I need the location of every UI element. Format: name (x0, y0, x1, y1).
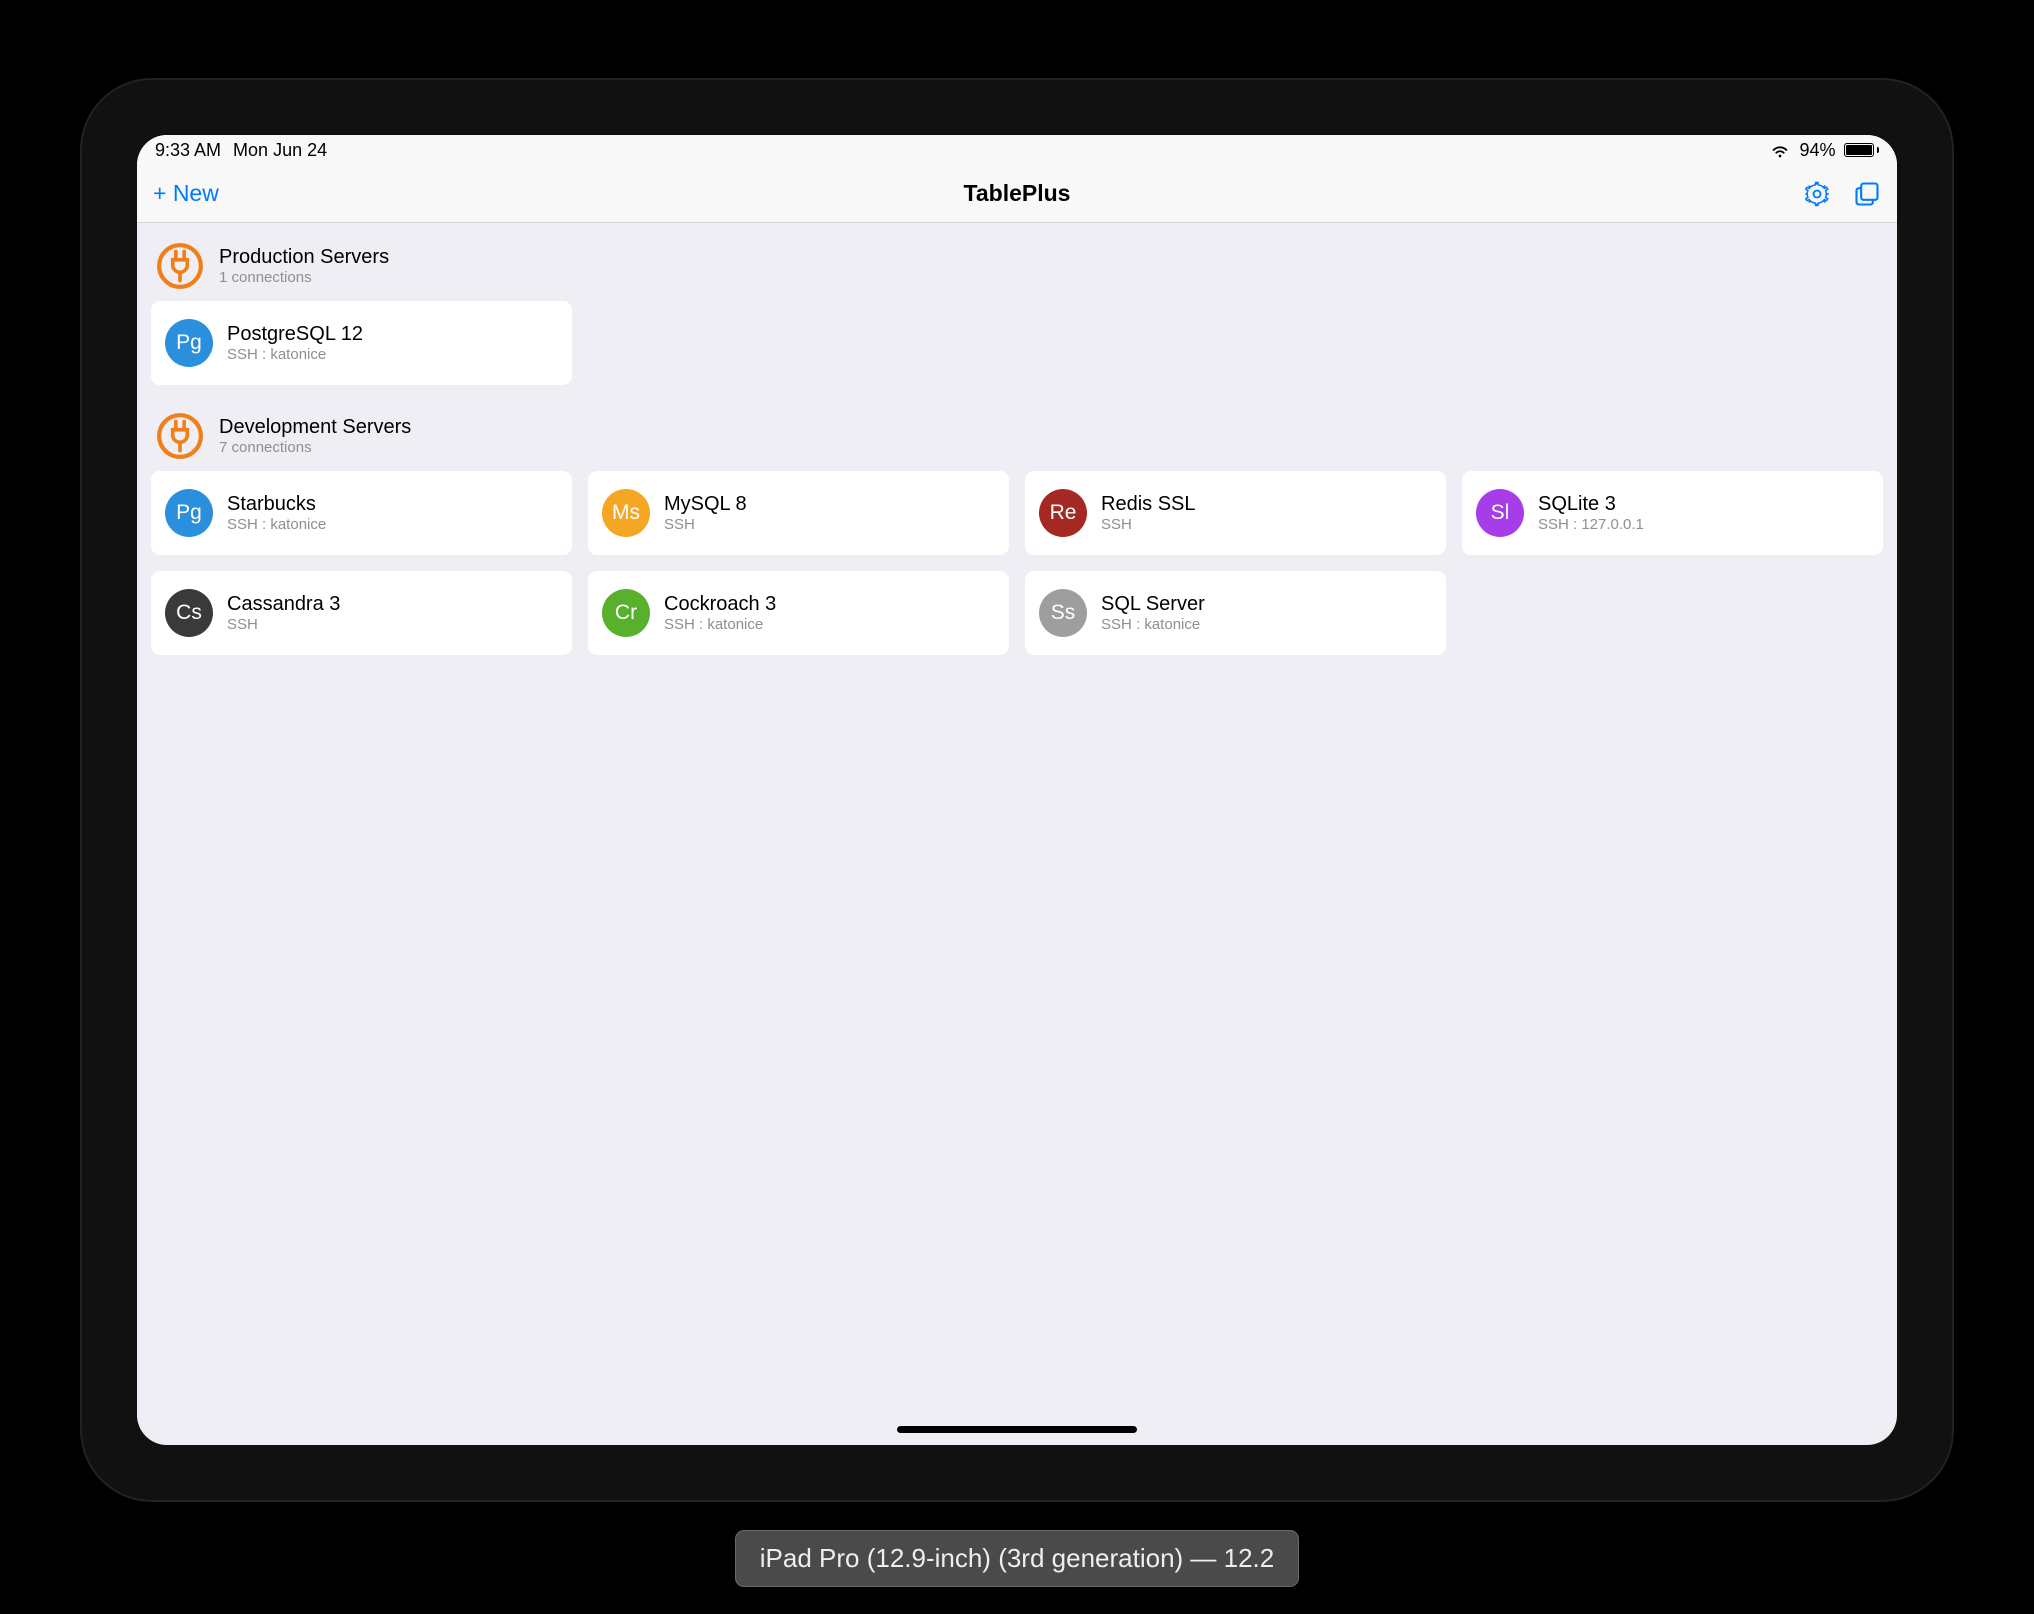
connection-card[interactable]: Cs Cassandra 3 SSH (151, 571, 572, 655)
wifi-icon (1769, 139, 1791, 161)
status-bar: 9:33 AM Mon Jun 24 94% (137, 135, 1897, 165)
connection-name: MySQL 8 (664, 493, 747, 516)
status-time: 9:33 AM (155, 140, 221, 161)
group-title: Production Servers (219, 246, 389, 269)
connection-subtitle: SSH : katonice (227, 346, 363, 363)
connection-card[interactable]: Cr Cockroach 3 SSH : katonice (588, 571, 1009, 655)
connection-subtitle: SSH : 127.0.0.1 (1538, 516, 1644, 533)
plug-icon (155, 411, 205, 461)
new-button[interactable]: + New (153, 180, 219, 207)
screen: 9:33 AM Mon Jun 24 94% + New TablePlus (137, 135, 1897, 1445)
group-subtitle: 7 connections (219, 439, 411, 456)
home-indicator (897, 1426, 1137, 1433)
db-badge-icon: Ms (602, 489, 650, 537)
connection-card[interactable]: Ms MySQL 8 SSH (588, 471, 1009, 555)
connection-subtitle: SSH : katonice (1101, 616, 1205, 633)
db-badge-icon: Sl (1476, 489, 1524, 537)
connection-subtitle: SSH (664, 516, 747, 533)
battery-percent-label: 94% (1799, 140, 1835, 161)
windows-icon[interactable] (1853, 180, 1881, 208)
status-date: Mon Jun 24 (233, 140, 327, 161)
group-cards-production: Pg PostgreSQL 12 SSH : katonice (151, 297, 1883, 403)
connection-subtitle: SSH (227, 616, 340, 633)
battery-icon (1844, 143, 1880, 157)
db-badge-icon: Pg (165, 489, 213, 537)
db-badge-icon: Cr (602, 589, 650, 637)
content-area: Production Servers 1 connections Pg Post… (137, 223, 1897, 1445)
connection-name: Cassandra 3 (227, 593, 340, 616)
connection-name: Starbucks (227, 493, 326, 516)
connection-card[interactable]: Sl SQLite 3 SSH : 127.0.0.1 (1462, 471, 1883, 555)
connection-name: SQLite 3 (1538, 493, 1644, 516)
connection-name: Cockroach 3 (664, 593, 776, 616)
gear-icon[interactable] (1803, 180, 1831, 208)
connection-card[interactable]: Ss SQL Server SSH : katonice (1025, 571, 1446, 655)
simulator-caption: iPad Pro (12.9-inch) (3rd generation) — … (735, 1530, 1300, 1587)
nav-title: TablePlus (964, 180, 1071, 207)
db-badge-icon: Re (1039, 489, 1087, 537)
group-header-development[interactable]: Development Servers 7 connections (151, 403, 1883, 467)
device-frame: 9:33 AM Mon Jun 24 94% + New TablePlus (82, 80, 1952, 1500)
connection-name: PostgreSQL 12 (227, 323, 363, 346)
group-header-production[interactable]: Production Servers 1 connections (151, 233, 1883, 297)
connection-name: Redis SSL (1101, 493, 1196, 516)
group-cards-development: Pg Starbucks SSH : katonice Ms MySQL 8 S… (151, 467, 1883, 673)
navigation-bar: + New TablePlus (137, 165, 1897, 223)
connection-card[interactable]: Pg Starbucks SSH : katonice (151, 471, 572, 555)
plug-icon (155, 241, 205, 291)
db-badge-icon: Ss (1039, 589, 1087, 637)
connection-card[interactable]: Pg PostgreSQL 12 SSH : katonice (151, 301, 572, 385)
connection-card[interactable]: Re Redis SSL SSH (1025, 471, 1446, 555)
connection-subtitle: SSH : katonice (664, 616, 776, 633)
connection-name: SQL Server (1101, 593, 1205, 616)
connection-subtitle: SSH : katonice (227, 516, 326, 533)
db-badge-icon: Pg (165, 319, 213, 367)
connection-subtitle: SSH (1101, 516, 1196, 533)
group-title: Development Servers (219, 416, 411, 439)
db-badge-icon: Cs (165, 589, 213, 637)
group-subtitle: 1 connections (219, 269, 389, 286)
